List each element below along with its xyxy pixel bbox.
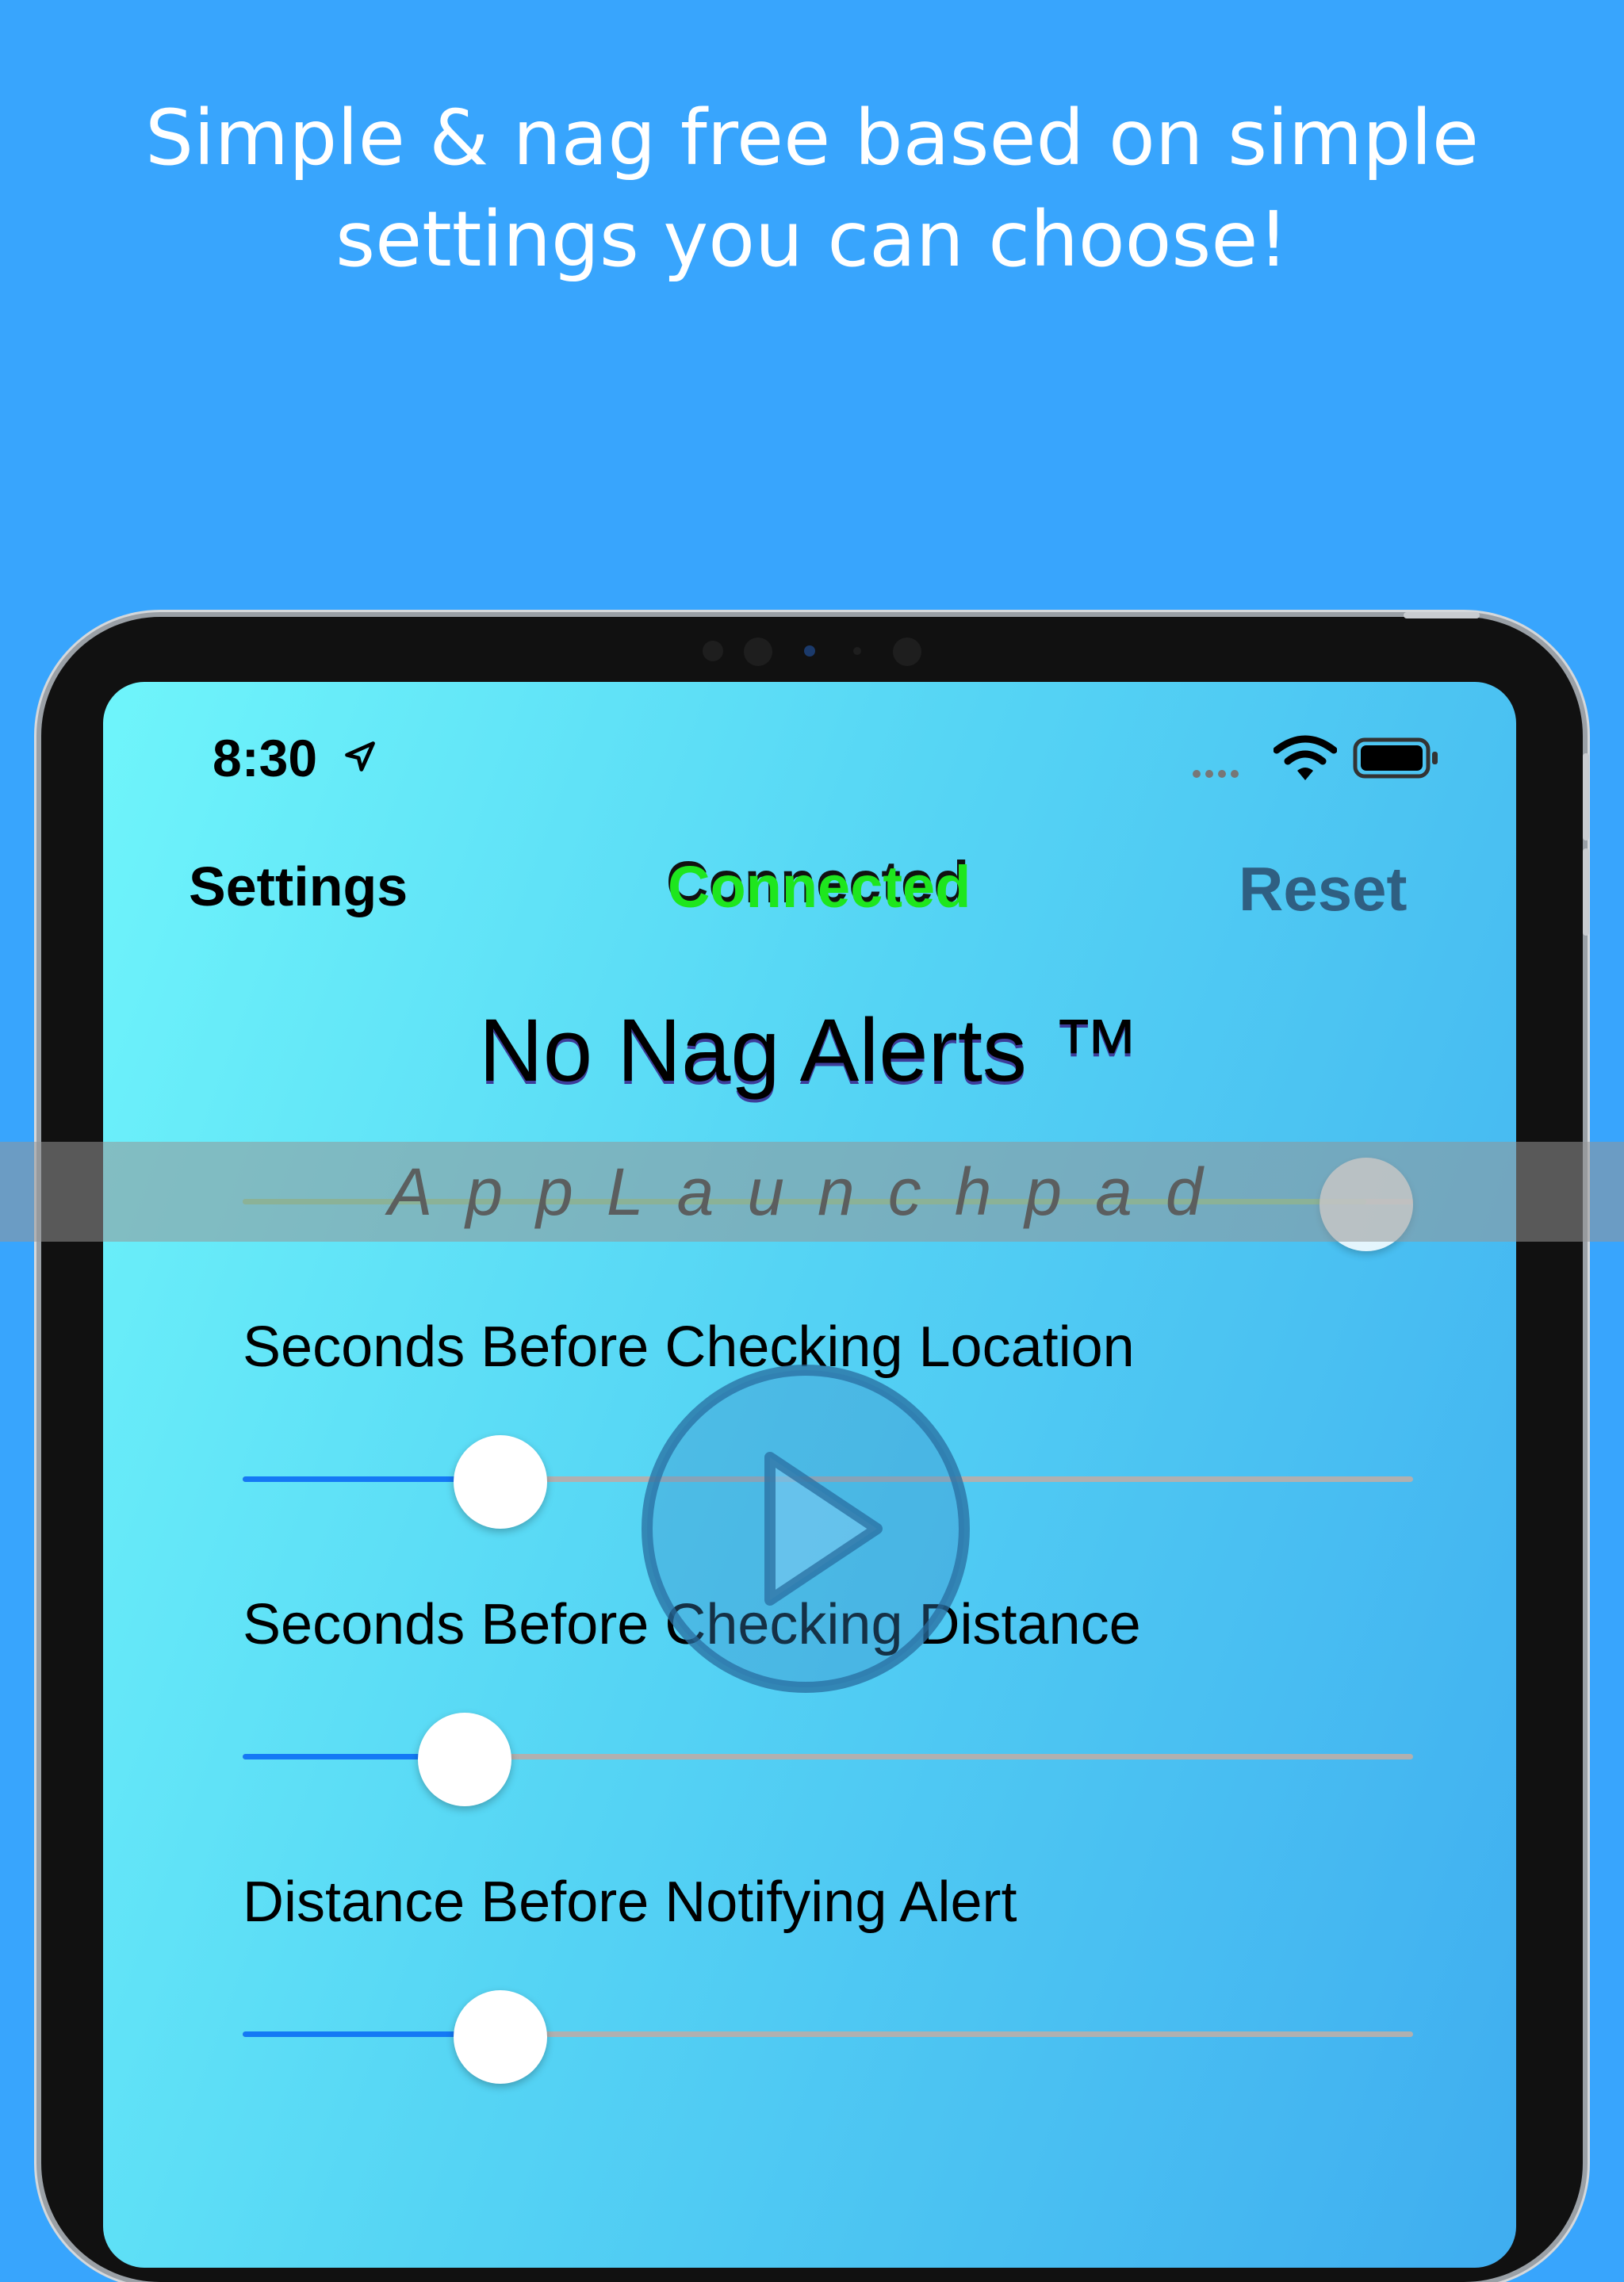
camera-dot bbox=[703, 641, 723, 661]
headline-line-1: Simple & nag free based on simple bbox=[145, 94, 1479, 182]
top-slider[interactable] bbox=[243, 1158, 1413, 1251]
camera-sensor-small bbox=[853, 647, 861, 655]
camera-lens bbox=[744, 638, 772, 666]
reset-button[interactable]: Reset bbox=[1239, 853, 1407, 925]
status-time: 8:30 bbox=[213, 729, 318, 787]
slider-fill bbox=[243, 1199, 1366, 1204]
slider-thumb[interactable] bbox=[418, 1713, 512, 1806]
slider-thumb[interactable] bbox=[453, 1990, 547, 2084]
top-button bbox=[1404, 612, 1480, 618]
alert-distance-label: Distance Before Notifying Alert bbox=[243, 1870, 1017, 1934]
camera-flash bbox=[893, 638, 921, 666]
slider-thumb[interactable] bbox=[453, 1435, 547, 1529]
distance-check-slider[interactable] bbox=[243, 1713, 1413, 1806]
app-title: No Nag Alerts ™ bbox=[478, 1001, 1141, 1100]
volume-down-button bbox=[1583, 848, 1589, 936]
alert-distance-slider[interactable] bbox=[243, 1990, 1413, 2084]
battery-icon bbox=[1353, 737, 1438, 779]
volume-up-button bbox=[1583, 753, 1589, 840]
camera-sensor bbox=[804, 645, 815, 657]
settings-button[interactable]: Settings bbox=[189, 855, 408, 918]
headline-line-2: settings you can choose! bbox=[335, 195, 1289, 284]
cellular-signal-icon bbox=[1193, 766, 1243, 781]
slider-thumb[interactable] bbox=[1319, 1158, 1413, 1251]
connection-status: Connected bbox=[668, 854, 971, 920]
wifi-icon bbox=[1274, 735, 1337, 780]
location-arrow-icon bbox=[345, 741, 375, 772]
headline: Simple & nag free based on simple settin… bbox=[0, 87, 1624, 290]
play-icon[interactable] bbox=[639, 1362, 972, 1695]
